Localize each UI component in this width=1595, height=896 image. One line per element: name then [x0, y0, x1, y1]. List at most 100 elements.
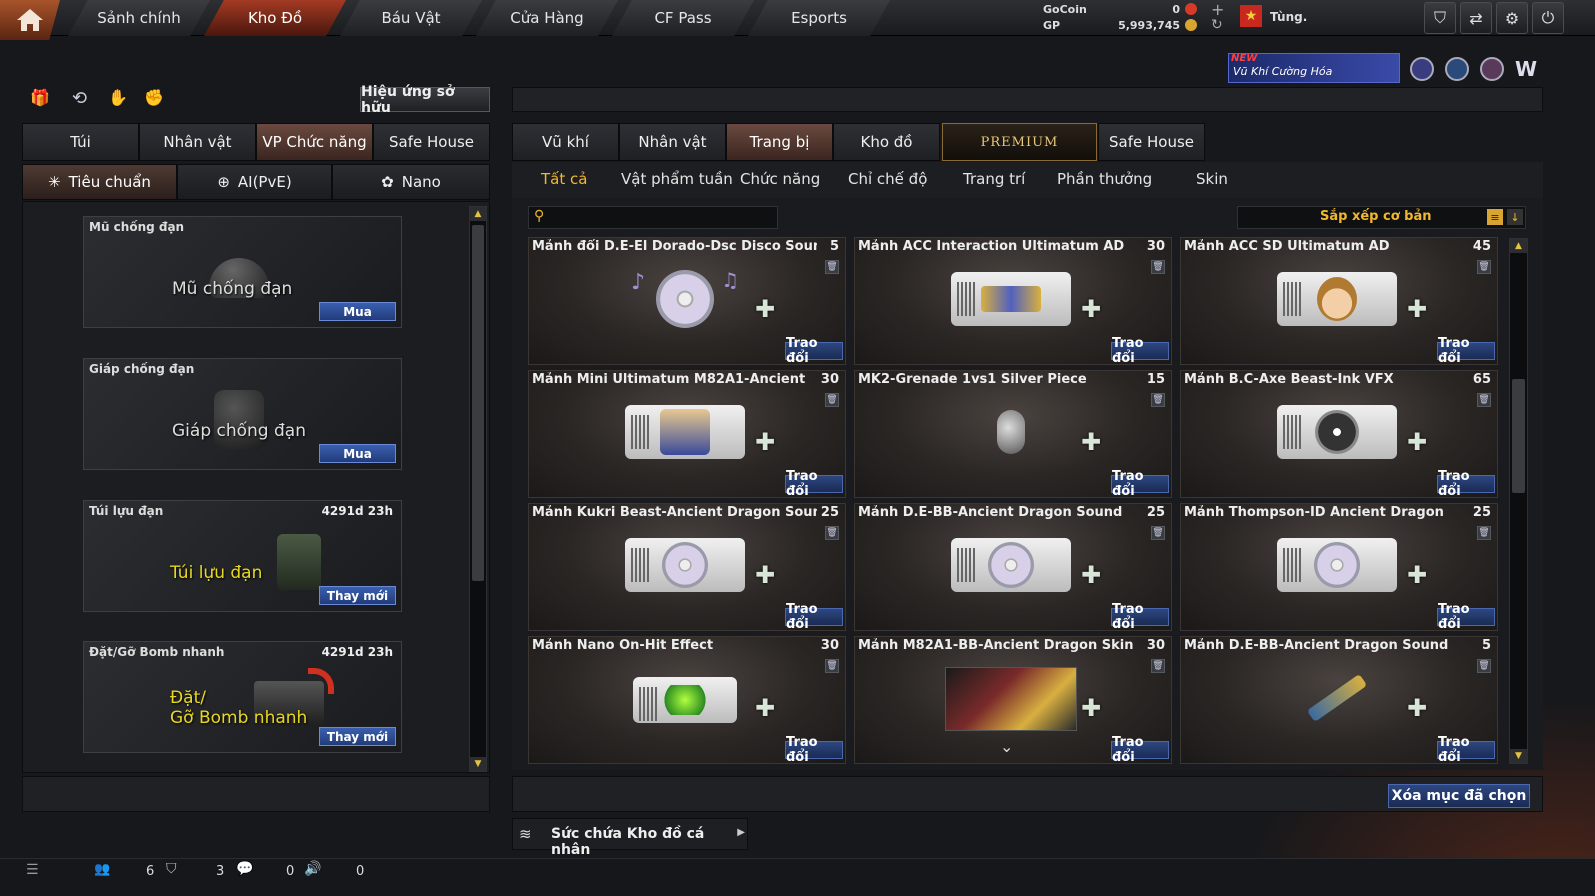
filter-skin[interactable]: Skin: [1196, 170, 1228, 188]
right-tab-weapon[interactable]: Vũ khí: [512, 123, 619, 161]
user-name[interactable]: Tùng.: [1270, 10, 1307, 24]
scroll-down-icon[interactable]: ▼: [470, 757, 486, 771]
w-logo-icon[interactable]: W: [1515, 57, 1539, 81]
filter-weekly[interactable]: Vật phẩm tuần: [621, 170, 733, 188]
trash-icon[interactable]: 🗑: [1151, 526, 1165, 540]
nav-tab-lobby[interactable]: Sảnh chính: [68, 0, 210, 36]
trade-button[interactable]: Trao đổi: [1437, 336, 1495, 364]
gear-icon[interactable]: ⚙: [1496, 2, 1528, 34]
item-card[interactable]: Mảnh M82A1-BB-Ancient Dragon Skin 30 🗑 ✚…: [854, 636, 1172, 764]
trade-button[interactable]: Trao đổi: [1111, 469, 1169, 497]
trash-icon[interactable]: 🗑: [1477, 526, 1491, 540]
item-card[interactable]: Mảnh Mini Ultimatum M82A1-Ancient 30 🗑 ✚…: [528, 370, 846, 498]
right-tab-character[interactable]: Nhân vật: [619, 123, 726, 161]
subtab-nano[interactable]: ✿ Nano: [332, 164, 490, 200]
friends-icon[interactable]: 👥: [94, 862, 110, 877]
trade-button[interactable]: Trao đổi: [1111, 602, 1169, 630]
event-icon-1[interactable]: [1410, 57, 1434, 81]
search-input[interactable]: [555, 208, 773, 227]
filter-functional[interactable]: Chức năng: [740, 170, 820, 188]
trash-icon[interactable]: 🗑: [1477, 393, 1491, 407]
filter-all[interactable]: Tất cả: [541, 170, 587, 188]
left-scrollbar[interactable]: ▲ ▼: [469, 206, 487, 772]
item-card[interactable]: Mảnh D.E-BB-Ancient Dragon Sound 5 🗑 ✚ T…: [1180, 636, 1498, 764]
subtab-ai-pve[interactable]: ⊕ AI(PvE): [177, 164, 332, 200]
trash-icon[interactable]: 🗑: [825, 659, 839, 673]
item-card[interactable]: Mảnh Nano On-Hit Effect 30 🗑 ✚ Trao đổi: [528, 636, 846, 764]
chevron-down-icon[interactable]: ⌄: [1000, 737, 1013, 756]
left-tab-safe-house[interactable]: Safe House: [373, 123, 490, 161]
event-icon-3[interactable]: [1480, 57, 1504, 81]
trash-icon[interactable]: 🗑: [1151, 260, 1165, 274]
search-field[interactable]: ⚲: [528, 206, 778, 229]
scroll-up-icon[interactable]: ▲: [470, 207, 486, 221]
chevron-right-icon[interactable]: ▶: [737, 827, 745, 838]
power-icon[interactable]: ⏻: [1532, 2, 1564, 34]
item-card[interactable]: Mảnh B.C-Axe Beast-Ink VFX 65 🗑 ✚ Trao đ…: [1180, 370, 1498, 498]
item-card[interactable]: Mảnh Kukri Beast-Ancient Dragon Sound 25…: [528, 503, 846, 631]
trash-icon[interactable]: 🗑: [825, 393, 839, 407]
trade-button[interactable]: Trao đổi: [785, 469, 843, 497]
promo-banner[interactable]: NEW Vũ Khí Cường Hóa: [1228, 53, 1400, 83]
filter-mode-only[interactable]: Chỉ chế độ: [848, 170, 927, 188]
subtab-standard[interactable]: ✳ Tiêu chuẩn: [22, 164, 177, 200]
gift-icon[interactable]: 🎁: [30, 88, 50, 110]
trade-button[interactable]: Trao đổi: [1437, 735, 1495, 763]
scroll-up-icon[interactable]: ▲: [1510, 239, 1527, 253]
nav-tab-esports[interactable]: Esports: [748, 0, 890, 36]
filter-reward[interactable]: Phần thưởng: [1057, 170, 1152, 188]
trash-icon[interactable]: 🗑: [1151, 659, 1165, 673]
trade-button[interactable]: Trao đổi: [1111, 336, 1169, 364]
buy-button[interactable]: Mua: [319, 444, 396, 463]
item-card[interactable]: Mảnh ACC SD Ultimatum AD 45 🗑 ✚ Trao đổi: [1180, 237, 1498, 365]
scroll-thumb[interactable]: [1512, 379, 1525, 493]
delete-selected-button[interactable]: Xóa mục đã chọn: [1388, 784, 1530, 808]
trade-button[interactable]: Trao đổi: [1437, 602, 1495, 630]
left-item-card[interactable]: Đặt/Gỡ Bomb nhanh 4291d 23h Đặt/ Gỡ Bomb…: [83, 641, 402, 753]
scroll-thumb[interactable]: [472, 225, 484, 581]
right-tab-inventory[interactable]: Kho đồ: [833, 123, 940, 161]
list-icon[interactable]: ≡: [1487, 209, 1503, 225]
trade-button[interactable]: Trao đổi: [785, 735, 843, 763]
menu-icon[interactable]: ☰: [26, 862, 39, 878]
chat-icon[interactable]: 💬: [236, 861, 253, 877]
right-tab-equipment[interactable]: Trang bị: [726, 123, 833, 161]
item-card[interactable]: MK2-Grenade 1vs1 Silver Piece 15 🗑 ✚ Tra…: [854, 370, 1172, 498]
exit-room-icon[interactable]: ⇄: [1460, 2, 1492, 34]
item-card[interactable]: Mảnh đổi D.E-El Dorado-Dsc Disco Sound 5…: [528, 237, 846, 365]
replace-button[interactable]: Thay mới: [319, 727, 396, 746]
left-tab-functional[interactable]: VP Chức năng: [256, 123, 373, 161]
left-tab-character[interactable]: Nhân vật: [139, 123, 256, 161]
shield-icon[interactable]: ⛉: [1424, 2, 1456, 34]
nav-tab-cfpass[interactable]: CF Pass: [612, 0, 754, 36]
buy-button[interactable]: Mua: [319, 302, 396, 321]
left-item-card[interactable]: Giáp chống đạn Giáp chống đạn Mua: [83, 358, 402, 470]
item-card[interactable]: Mảnh D.E-BB-Ancient Dragon Sound 25 🗑 ✚ …: [854, 503, 1172, 631]
trade-button[interactable]: Trao đổi: [1111, 735, 1169, 763]
right-scrollbar[interactable]: ▲ ▼: [1509, 238, 1528, 764]
speaker-icon[interactable]: 🔊: [304, 861, 321, 877]
left-item-card[interactable]: Túi lựu đạn 4291d 23h Túi lựu đạn Thay m…: [83, 500, 402, 612]
nav-tab-shop[interactable]: Cửa Hàng: [476, 0, 618, 36]
item-card[interactable]: Mảnh Thompson-ID Ancient Dragon 25 🗑 ✚ T…: [1180, 503, 1498, 631]
owned-effect-button[interactable]: Hiệu ứng sở hữu: [360, 84, 490, 116]
scroll-down-icon[interactable]: ▼: [1510, 749, 1527, 763]
nav-tab-inventory[interactable]: Kho Đồ: [204, 0, 346, 36]
trash-icon[interactable]: 🗑: [1477, 659, 1491, 673]
trade-button[interactable]: Trao đổi: [785, 336, 843, 364]
nav-tab-treasure[interactable]: Báu Vật: [340, 0, 482, 36]
left-tab-bag[interactable]: Túi: [22, 123, 139, 161]
left-item-card[interactable]: Mũ chống đạn Mũ chống đạn Mua: [83, 216, 402, 328]
history-icon[interactable]: ⟲: [72, 88, 94, 110]
clan-shield-icon[interactable]: ⛉: [166, 861, 177, 877]
item-card[interactable]: Mảnh ACC Interaction Ultimatum AD 30 🗑 ✚…: [854, 237, 1172, 365]
right-tab-safe-house[interactable]: Safe House: [1098, 123, 1205, 161]
trash-icon[interactable]: 🗑: [825, 260, 839, 274]
bag-icon[interactable]: ✊: [144, 88, 166, 110]
sort-dropdown[interactable]: Sắp xếp cơ bản ≡ ↓: [1237, 206, 1526, 229]
filter-decoration[interactable]: Trang trí: [963, 170, 1025, 188]
sort-arrow-icon[interactable]: ↓: [1507, 209, 1523, 225]
character-icon[interactable]: ✋: [108, 88, 130, 110]
event-icon-2[interactable]: [1445, 57, 1469, 81]
replace-button[interactable]: Thay mới: [319, 586, 396, 605]
